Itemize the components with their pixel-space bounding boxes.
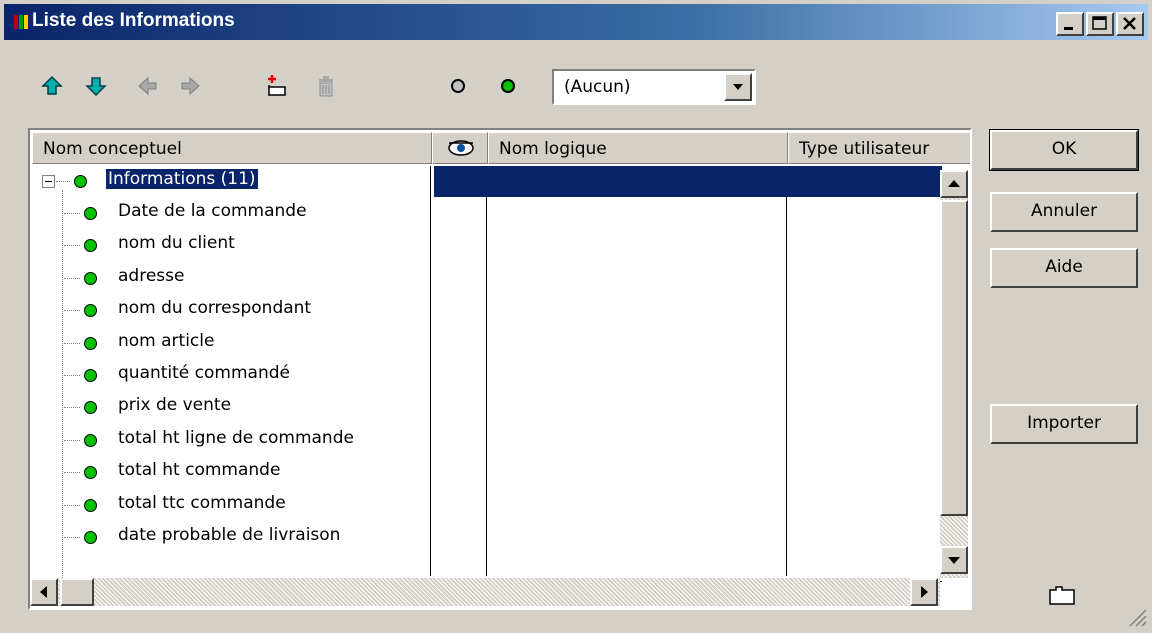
tree-item-row[interactable]: total ttc commande bbox=[32, 490, 942, 522]
tree-item-row[interactable]: nom du client bbox=[32, 230, 942, 262]
circle-empty-icon[interactable] bbox=[446, 74, 470, 98]
tree-item-label: nom du client bbox=[118, 233, 235, 254]
collapse-toggle[interactable] bbox=[42, 175, 55, 188]
filter-dropdown[interactable]: (Aucun) bbox=[552, 69, 756, 105]
arrow-left-icon bbox=[40, 586, 47, 598]
status-dot-icon bbox=[84, 239, 97, 253]
window-title: Liste des Informations bbox=[32, 10, 235, 31]
tree-item-row[interactable]: Date de la commande bbox=[32, 198, 942, 230]
maximize-button[interactable] bbox=[1086, 12, 1114, 36]
tree-item-label: Date de la commande bbox=[118, 201, 307, 221]
status-dot-icon bbox=[84, 466, 97, 480]
chevron-down-icon bbox=[733, 84, 743, 90]
status-dot-icon bbox=[84, 369, 97, 382]
add-item-icon[interactable] bbox=[264, 74, 288, 98]
column-header-type-utilisateur[interactable]: Type utilisateur bbox=[788, 132, 970, 164]
tree-item-label: total ttc commande bbox=[118, 492, 286, 513]
scroll-up-button[interactable] bbox=[940, 170, 968, 198]
vertical-scroll-thumb[interactable] bbox=[940, 200, 968, 516]
scroll-right-button[interactable] bbox=[910, 578, 938, 606]
column-header-nom-logique[interactable]: Nom logique bbox=[488, 132, 788, 164]
column-header-nom-conceptuel[interactable]: Nom conceptuel bbox=[32, 132, 432, 164]
ok-button[interactable]: OK bbox=[989, 129, 1139, 171]
tree-item-row[interactable]: prix de vente bbox=[32, 392, 942, 424]
tree-root-row[interactable]: Informations (11) bbox=[32, 166, 942, 198]
status-dot-icon bbox=[74, 175, 87, 188]
circle-green-icon[interactable] bbox=[496, 74, 520, 98]
cancel-button[interactable]: Annuler bbox=[990, 192, 1138, 232]
horizontal-scroll-thumb[interactable] bbox=[60, 578, 94, 606]
vertical-scrollbar[interactable] bbox=[940, 170, 968, 578]
minimize-button[interactable] bbox=[1056, 12, 1084, 36]
status-dot-icon bbox=[84, 336, 97, 350]
scroll-down-button[interactable] bbox=[940, 546, 968, 574]
tree-item-label: total ht ligne de commande bbox=[118, 427, 354, 448]
tree-item-row[interactable]: nom article bbox=[32, 328, 942, 360]
tree-item-row[interactable]: adresse bbox=[32, 263, 942, 295]
arrow-right-icon bbox=[921, 586, 928, 598]
tree-item-row[interactable]: total ht ligne de commande bbox=[32, 425, 942, 457]
tree-item-row[interactable]: date probable de livraison bbox=[32, 522, 942, 554]
status-dot-icon bbox=[84, 401, 97, 415]
move-left-icon[interactable] bbox=[136, 74, 160, 98]
column-header-visibility[interactable] bbox=[432, 132, 488, 164]
tree-item-row[interactable]: nom du correspondant bbox=[32, 295, 942, 327]
move-right-icon[interactable] bbox=[178, 74, 202, 98]
status-dot-icon bbox=[84, 207, 97, 220]
move-down-icon[interactable] bbox=[84, 74, 108, 98]
information-grid[interactable]: Nom conceptuel Nom logique Type utilisat… bbox=[28, 128, 972, 610]
title-bar[interactable]: Liste des Informations bbox=[4, 4, 1148, 40]
folder-icon[interactable] bbox=[1046, 584, 1078, 608]
import-button[interactable]: Importer bbox=[990, 404, 1138, 444]
close-button[interactable] bbox=[1116, 12, 1144, 36]
status-dot-icon bbox=[84, 433, 97, 447]
close-icon bbox=[1123, 17, 1136, 30]
tree-item-label: total ht commande bbox=[118, 460, 281, 481]
tree-item-label: adresse bbox=[118, 265, 185, 286]
tree-item-row[interactable]: quantité commandé bbox=[32, 360, 942, 392]
arrow-up-icon bbox=[948, 180, 960, 187]
dialog-window: Liste des Informations (Aucun) Nom conce… bbox=[0, 0, 1152, 633]
tree-root-label: Informations (11) bbox=[106, 169, 258, 189]
tree-item-label: nom du correspondant bbox=[118, 298, 312, 319]
tree-item-row[interactable]: total ht commande bbox=[32, 457, 942, 489]
dropdown-button[interactable] bbox=[724, 73, 752, 101]
tree-item-label: quantité commandé bbox=[118, 363, 290, 383]
minimize-icon bbox=[1064, 27, 1073, 30]
resize-grip-icon[interactable] bbox=[1126, 606, 1148, 628]
arrow-down-icon bbox=[948, 557, 960, 564]
filter-value: (Aucun) bbox=[564, 77, 631, 97]
status-dot-icon bbox=[84, 304, 97, 318]
move-up-icon[interactable] bbox=[40, 74, 64, 98]
status-dot-icon bbox=[84, 498, 97, 512]
eye-icon bbox=[448, 140, 474, 156]
app-icon bbox=[14, 15, 28, 29]
maximize-icon bbox=[1092, 16, 1107, 30]
status-dot-icon bbox=[84, 271, 97, 285]
delete-icon[interactable] bbox=[314, 74, 338, 98]
help-button[interactable]: Aide bbox=[990, 248, 1138, 288]
scroll-left-button[interactable] bbox=[30, 578, 58, 606]
tree-item-label: nom article bbox=[118, 330, 215, 351]
status-dot-icon bbox=[84, 531, 97, 544]
tree-item-label: date probable de livraison bbox=[118, 525, 341, 545]
tree-item-label: prix de vente bbox=[118, 395, 232, 416]
horizontal-scrollbar[interactable] bbox=[30, 578, 940, 606]
